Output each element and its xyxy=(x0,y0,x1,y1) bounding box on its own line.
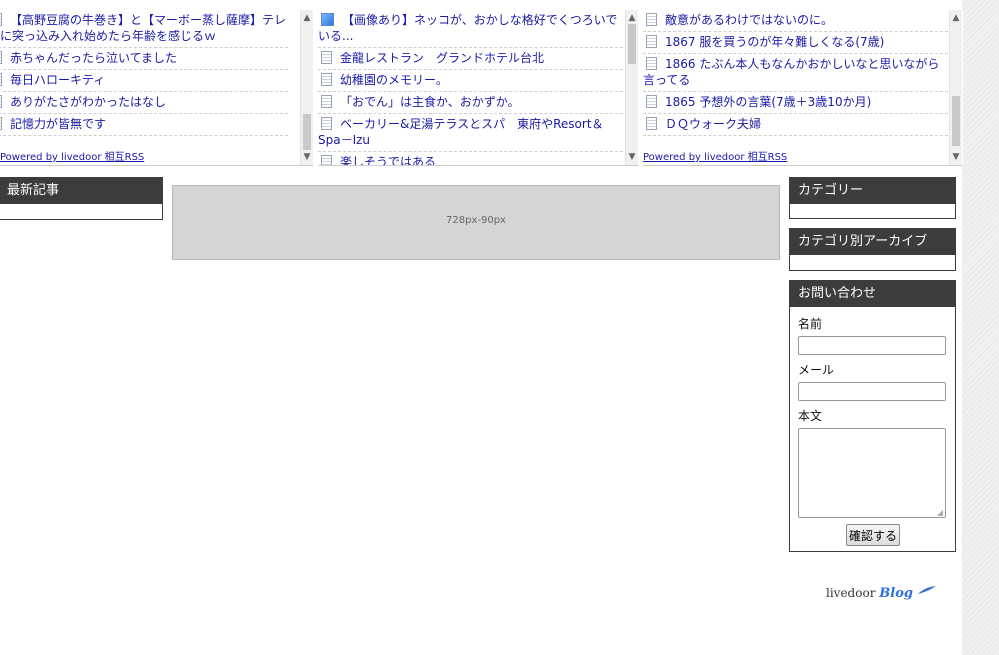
scroll-down-icon[interactable]: ▼ xyxy=(301,151,313,163)
latest-posts-widget: 最新記事 xyxy=(0,177,163,220)
rss-item[interactable]: 「おでん」は主食か、おかずか。 xyxy=(318,92,623,114)
rss-widget-3[interactable]: 敵意があるわけではないのに。 1867 服を買うのが年々難しくなる(7歳) 18… xyxy=(643,10,963,166)
scroll-up-icon[interactable]: ▲ xyxy=(626,12,638,24)
category-archive-widget: カテゴリ別アーカイブ xyxy=(789,228,956,271)
powered-by-link[interactable]: Powered by livedoor 相互RSS xyxy=(643,148,787,163)
rss-item[interactable]: 【画像あり】ネッコが、おかしな格好でくつろいでいる... xyxy=(318,10,623,48)
document-icon xyxy=(0,117,2,130)
document-icon xyxy=(321,73,332,86)
confirm-button[interactable]: 確認する xyxy=(846,524,900,546)
logo-text: livedoor xyxy=(826,586,876,600)
document-icon xyxy=(0,51,2,64)
image-icon xyxy=(321,13,334,26)
document-icon xyxy=(646,117,657,130)
rss-widget-2[interactable]: 【画像あり】ネッコが、おかしな格好でくつろいでいる... 金龍レストラン グラン… xyxy=(318,10,638,166)
document-icon xyxy=(0,13,2,26)
document-icon xyxy=(321,117,332,130)
ad-placeholder: 728px-90px xyxy=(172,185,780,260)
document-icon xyxy=(646,57,657,70)
rss-item[interactable]: 記憶力が皆無です xyxy=(0,114,288,136)
document-icon xyxy=(321,51,332,64)
document-icon xyxy=(0,73,2,86)
contact-widget: お問い合わせ 名前 メール 本文 ◢ 確認する xyxy=(789,280,956,552)
body-label: 本文 xyxy=(798,409,823,423)
scroll-up-icon[interactable]: ▲ xyxy=(950,12,962,24)
category-heading: カテゴリー xyxy=(790,178,955,204)
scroll-down-icon[interactable]: ▼ xyxy=(626,151,638,163)
rss-scrollbar[interactable]: ▲ ▼ xyxy=(625,10,638,165)
rss-item[interactable]: 【高野豆腐の牛巻き】と【マーボー蒸し薩摩】テレビに突っ込み入れ始めたら年齢を感じ… xyxy=(0,10,288,48)
document-icon xyxy=(0,95,2,108)
scroll-thumb[interactable] xyxy=(952,96,960,146)
category-widget: カテゴリー xyxy=(789,177,956,219)
rss-item[interactable]: 1865 予想外の言葉(7歳＋3歳10か月) xyxy=(643,92,948,114)
category-archive-heading: カテゴリ別アーカイブ xyxy=(790,229,955,255)
document-icon xyxy=(321,95,332,108)
rss-item[interactable]: 毎日ハローキティ xyxy=(0,70,288,92)
rss-item[interactable]: 金龍レストラン グランドホテル台北 xyxy=(318,48,623,70)
document-icon xyxy=(321,155,332,165)
document-icon xyxy=(646,13,657,26)
contact-heading: お問い合わせ xyxy=(790,281,955,307)
mail-input[interactable] xyxy=(798,382,946,401)
rss-scrollbar[interactable]: ▲ ▼ xyxy=(949,10,962,165)
rss-item[interactable]: ＤＱウォーク夫婦 xyxy=(643,114,948,136)
body-textarea[interactable]: ◢ xyxy=(798,428,946,518)
name-input[interactable] xyxy=(798,336,946,355)
feather-icon xyxy=(917,586,936,594)
rss-item[interactable]: 1866 たぶん本人もなんかおかしいなと思いながら言ってる xyxy=(643,54,948,92)
scroll-thumb[interactable] xyxy=(628,24,636,64)
rss-item[interactable]: ベーカリー&足湯テラスとスパ 東府やResort＆Spa－Izu xyxy=(318,114,623,152)
document-icon xyxy=(646,35,657,48)
rss-item[interactable]: 敵意があるわけではないのに。 xyxy=(643,10,948,32)
rss-item[interactable]: ありがたさがわかったはなし xyxy=(0,92,288,114)
rss-item[interactable]: 赤ちゃんだったら泣いてました xyxy=(0,48,288,70)
rss-item[interactable]: 楽しそうではある xyxy=(318,152,623,165)
rss-item[interactable]: 幼稚園のメモリー。 xyxy=(318,70,623,92)
rss-scrollbar[interactable]: ▲ ▼ xyxy=(300,10,313,165)
livedoor-blog-logo[interactable]: livedoor Blog xyxy=(826,585,937,601)
document-icon xyxy=(646,95,657,108)
scroll-up-icon[interactable]: ▲ xyxy=(301,12,313,24)
page-background-pattern xyxy=(962,0,999,655)
scroll-down-icon[interactable]: ▼ xyxy=(950,151,962,163)
resize-grip-icon[interactable]: ◢ xyxy=(937,508,943,517)
mail-label: メール xyxy=(798,363,835,377)
scroll-thumb[interactable] xyxy=(303,114,311,150)
logo-blog-text: Blog xyxy=(879,586,913,601)
rss-item[interactable]: 1867 服を買うのが年々難しくなる(7歳) xyxy=(643,32,948,54)
powered-by-link[interactable]: Powered by livedoor 相互RSS xyxy=(0,148,144,163)
latest-posts-heading: 最新記事 xyxy=(0,178,162,204)
name-label: 名前 xyxy=(798,317,823,331)
rss-widget-1[interactable]: 【高野豆腐の牛巻き】と【マーボー蒸し薩摩】テレビに突っ込み入れ始めたら年齢を感じ… xyxy=(0,10,313,166)
